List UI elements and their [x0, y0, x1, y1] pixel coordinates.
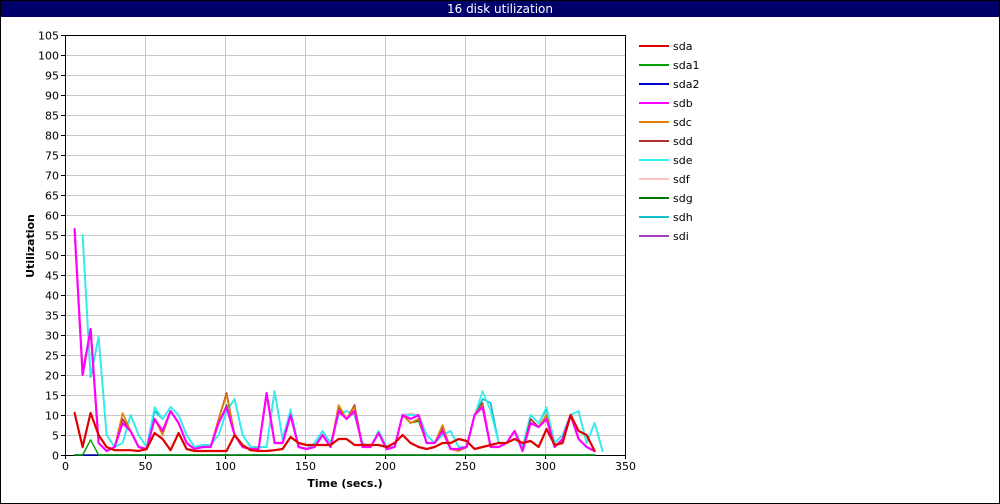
series-line-sde: [81, 234, 604, 452]
x-tick-label: 0: [62, 460, 69, 473]
utilization-chart: 0 50 100 150 200 250 300 350 0 5 10 15 20 25 30 35 40 45 5…: [24, 30, 699, 491]
x-tick-label: 300: [535, 460, 556, 473]
y-tick-label: 25: [45, 350, 59, 363]
y-tick-label: 50: [45, 250, 59, 263]
y-axis-title: Utilization: [24, 214, 37, 278]
legend-label-sde: sde: [673, 154, 693, 167]
x-axis-title: Time (secs.): [307, 477, 382, 490]
series-line-sdh: [81, 234, 604, 452]
x-tick-label: 350: [615, 460, 636, 473]
legend-label-sdf: sdf: [673, 173, 691, 186]
x-tick-label: 50: [139, 460, 153, 473]
plot-frame: [65, 35, 626, 456]
y-tick-label: 45: [45, 270, 59, 283]
legend: sda sda1 sda2 sdb sdc sdd sde sdf sdg sdh sdi: [639, 40, 699, 243]
chart-window: 16 disk utilization 0 50 100 150 200 250 300 35…: [0, 0, 1000, 504]
x-tick-label: 100: [215, 460, 236, 473]
y-tick-label: 70: [45, 170, 59, 183]
grid: [65, 35, 625, 455]
y-tick-label: 90: [45, 90, 59, 103]
x-tick-label: 250: [455, 460, 476, 473]
y-tick-label: 60: [45, 210, 59, 223]
x-tick-label: 200: [375, 460, 396, 473]
x-tick-label: 150: [295, 460, 316, 473]
y-tick-label: 35: [45, 310, 59, 323]
legend-label-sda2: sda2: [673, 78, 699, 91]
y-tick-label: 20: [45, 370, 59, 383]
y-tick-label: 100: [38, 50, 59, 63]
legend-label-sdh: sdh: [673, 211, 693, 224]
y-tick-label: 95: [45, 70, 59, 83]
y-tick-label: 0: [52, 450, 59, 463]
y-tick-label: 80: [45, 130, 59, 143]
legend-label-sdg: sdg: [673, 192, 693, 205]
y-tick-label: 30: [45, 330, 59, 343]
legend-label-sdc: sdc: [673, 116, 692, 129]
legend-label-sda1: sda1: [673, 59, 699, 72]
y-tick-label: 15: [45, 390, 59, 403]
legend-label-sdb: sdb: [673, 97, 693, 110]
legend-label-sdd: sdd: [673, 135, 693, 148]
y-tick-label: 105: [38, 30, 59, 43]
y-tick-label: 85: [45, 110, 59, 123]
legend-label-sda: sda: [673, 40, 692, 53]
y-tick-label: 55: [45, 230, 59, 243]
legend-label-sdi: sdi: [673, 230, 689, 243]
series-lines: [73, 227, 604, 456]
y-tick-label: 40: [45, 290, 59, 303]
y-tick-label: 65: [45, 190, 59, 203]
y-tick-label: 10: [45, 410, 59, 423]
y-tick-label: 5: [52, 430, 59, 443]
y-tick-label: 75: [45, 150, 59, 163]
